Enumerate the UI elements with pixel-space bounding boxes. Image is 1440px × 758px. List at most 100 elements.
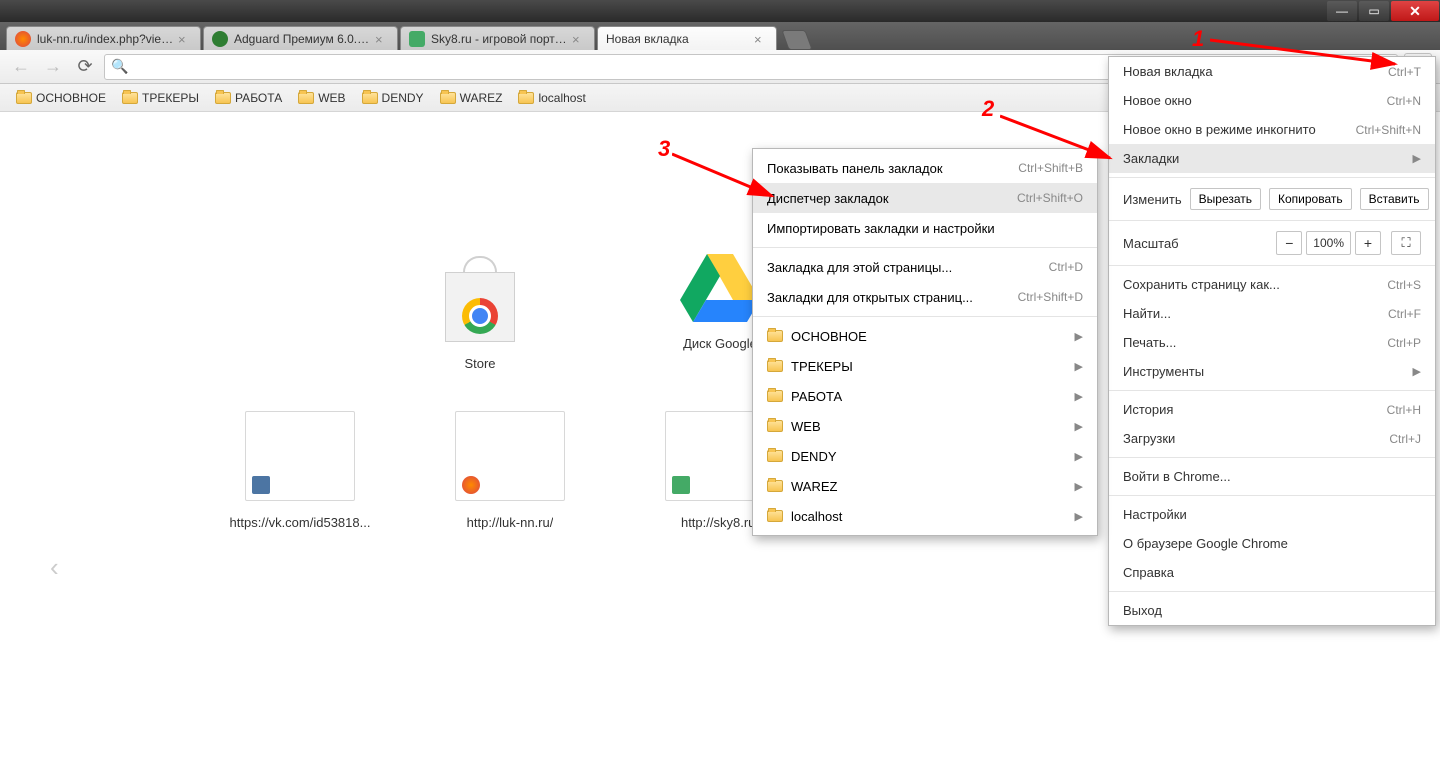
window-close-button[interactable]: ✕ xyxy=(1391,1,1439,21)
bookmark-folder[interactable]: localhost xyxy=(512,88,591,108)
submenu-folder[interactable]: ТРЕКЕРЫ▶ xyxy=(753,351,1097,381)
submenu-label: ОСНОВНОЕ xyxy=(791,329,867,344)
menu-shortcut: Ctrl+H xyxy=(1387,403,1421,417)
bookmark-folder[interactable]: WEB xyxy=(292,88,351,108)
menu-new-tab[interactable]: Новая вкладкаCtrl+T xyxy=(1109,57,1435,86)
submenu-folder[interactable]: WAREZ▶ xyxy=(753,471,1097,501)
submenu-import[interactable]: Импортировать закладки и настройки xyxy=(753,213,1097,243)
menu-separator xyxy=(1109,591,1435,592)
submenu-folder[interactable]: WEB ▶ xyxy=(753,411,1097,441)
zoom-value: 100% xyxy=(1306,231,1351,255)
menu-save-page[interactable]: Сохранить страницу как... Ctrl+S xyxy=(1109,270,1435,299)
menu-print[interactable]: Печать...Ctrl+P xyxy=(1109,328,1435,357)
bookmark-folder[interactable]: ОСНОВНОЕ xyxy=(10,88,112,108)
submenu-label: WEB xyxy=(791,419,821,434)
tab-close-icon[interactable]: × xyxy=(178,32,192,46)
zoom-out-button[interactable]: − xyxy=(1276,231,1302,255)
menu-shortcut: Ctrl+S xyxy=(1387,278,1421,292)
tile-thumbnail xyxy=(455,411,565,501)
window-minimize-button[interactable]: — xyxy=(1327,1,1357,21)
tab[interactable]: luk-nn.ru/index.php?view... × xyxy=(6,26,201,50)
submenu-label: РАБОТА xyxy=(791,389,842,404)
back-button[interactable]: ← xyxy=(8,54,34,80)
menu-shortcut: Ctrl+J xyxy=(1389,432,1421,446)
folder-icon xyxy=(767,330,783,342)
tab-active[interactable]: Новая вкладка × xyxy=(597,26,777,50)
tab-close-icon[interactable]: × xyxy=(375,32,389,46)
window-maximize-button[interactable]: ▭ xyxy=(1359,1,1389,21)
menu-about[interactable]: О браузере Google Chrome xyxy=(1109,529,1435,558)
forward-button[interactable]: → xyxy=(40,54,66,80)
menu-new-window[interactable]: Новое окноCtrl+N xyxy=(1109,86,1435,115)
menu-label: Новая вкладка xyxy=(1123,64,1213,79)
bookmark-label: РАБОТА xyxy=(235,91,282,105)
menu-label: Закладки xyxy=(1123,151,1179,166)
menu-label: Масштаб xyxy=(1123,236,1179,251)
menu-shortcut: Ctrl+Shift+N xyxy=(1356,123,1421,137)
chevron-right-icon: ▶ xyxy=(1075,420,1083,433)
menu-help[interactable]: Справка xyxy=(1109,558,1435,587)
bookmark-folder[interactable]: ТРЕКЕРЫ xyxy=(116,88,205,108)
menu-label: Найти... xyxy=(1123,306,1171,321)
submenu-bookmark-this[interactable]: Закладка для этой страницы...Ctrl+D xyxy=(753,252,1097,282)
most-visited-tile[interactable]: http://luk-nn.ru/ xyxy=(440,411,580,530)
menu-tools[interactable]: Инструменты▶ xyxy=(1109,357,1435,386)
menu-signin[interactable]: Войти в Chrome... xyxy=(1109,462,1435,491)
tile-label: http://sky8.ru/ xyxy=(681,515,759,530)
app-tile-store[interactable]: Store xyxy=(410,252,550,371)
menu-exit[interactable]: Выход xyxy=(1109,596,1435,625)
submenu-bookmark-open[interactable]: Закладки для открытых страниц...Ctrl+Shi… xyxy=(753,282,1097,312)
menu-label: Изменить xyxy=(1123,192,1182,207)
folder-icon xyxy=(298,92,314,104)
menu-settings[interactable]: Настройки xyxy=(1109,500,1435,529)
reload-button[interactable]: ⟳ xyxy=(72,54,98,80)
tab-close-icon[interactable]: × xyxy=(754,32,768,46)
menu-label: Войти в Chrome... xyxy=(1123,469,1231,484)
menu-label: Сохранить страницу как... xyxy=(1123,277,1280,292)
search-icon: 🔍 xyxy=(111,58,128,75)
cut-button[interactable]: Вырезать xyxy=(1190,188,1261,210)
most-visited-tile[interactable]: https://vk.com/id53818... xyxy=(230,411,370,530)
menu-find[interactable]: Найти... Ctrl+F xyxy=(1109,299,1435,328)
paste-button[interactable]: Вставить xyxy=(1360,188,1429,210)
copy-button[interactable]: Копировать xyxy=(1269,188,1352,210)
menu-incognito[interactable]: Новое окно в режиме инкогнитоCtrl+Shift+… xyxy=(1109,115,1435,144)
tab[interactable]: Sky8.ru - игровой портал × xyxy=(400,26,595,50)
menu-history[interactable]: ИсторияCtrl+H xyxy=(1109,395,1435,424)
menu-shortcut: Ctrl+Shift+D xyxy=(1018,290,1083,304)
menu-downloads[interactable]: ЗагрузкиCtrl+J xyxy=(1109,424,1435,453)
new-tab-button[interactable] xyxy=(781,30,812,50)
bookmark-folder[interactable]: WAREZ xyxy=(434,88,509,108)
tab[interactable]: Adguard Премиум 6.0.22... × xyxy=(203,26,398,50)
folder-icon xyxy=(767,390,783,402)
submenu-folder[interactable]: РАБОТА ▶ xyxy=(753,381,1097,411)
vk-icon xyxy=(252,476,270,494)
drive-icon xyxy=(680,252,760,322)
folder-icon xyxy=(767,360,783,372)
bookmark-folder[interactable]: DENDY xyxy=(356,88,430,108)
submenu-show-bar[interactable]: Показывать панель закладокCtrl+Shift+B xyxy=(753,153,1097,183)
bookmarks-submenu: Показывать панель закладокCtrl+Shift+B Д… xyxy=(752,148,1098,536)
menu-bookmarks[interactable]: Закладки ▶ xyxy=(1109,144,1435,173)
submenu-bookmark-manager[interactable]: Диспетчер закладокCtrl+Shift+O xyxy=(753,183,1097,213)
menu-separator xyxy=(1109,390,1435,391)
menu-separator xyxy=(1109,177,1435,178)
chevron-right-icon: ▶ xyxy=(1075,390,1083,403)
menu-separator xyxy=(1109,495,1435,496)
tab-title: Sky8.ru - игровой портал xyxy=(431,32,568,46)
tab-title: luk-nn.ru/index.php?view... xyxy=(37,32,174,46)
menu-shortcut: Ctrl+F xyxy=(1388,307,1421,321)
submenu-folder[interactable]: localhost▶ xyxy=(753,501,1097,531)
tile-thumbnail xyxy=(245,411,355,501)
chevron-right-icon: ▶ xyxy=(1413,152,1421,165)
zoom-in-button[interactable]: + xyxy=(1355,231,1381,255)
bookmark-label: WEB xyxy=(318,91,345,105)
submenu-folder[interactable]: DENDY▶ xyxy=(753,441,1097,471)
bookmark-folder[interactable]: РАБОТА xyxy=(209,88,288,108)
submenu-label: Диспетчер закладок xyxy=(767,191,889,206)
menu-separator xyxy=(1109,220,1435,221)
submenu-folder[interactable]: ОСНОВНОЕ▶ xyxy=(753,321,1097,351)
fullscreen-button[interactable]: ⛶ xyxy=(1391,231,1421,255)
tab-close-icon[interactable]: × xyxy=(572,32,586,46)
carousel-prev-button[interactable]: ‹ xyxy=(50,552,59,583)
